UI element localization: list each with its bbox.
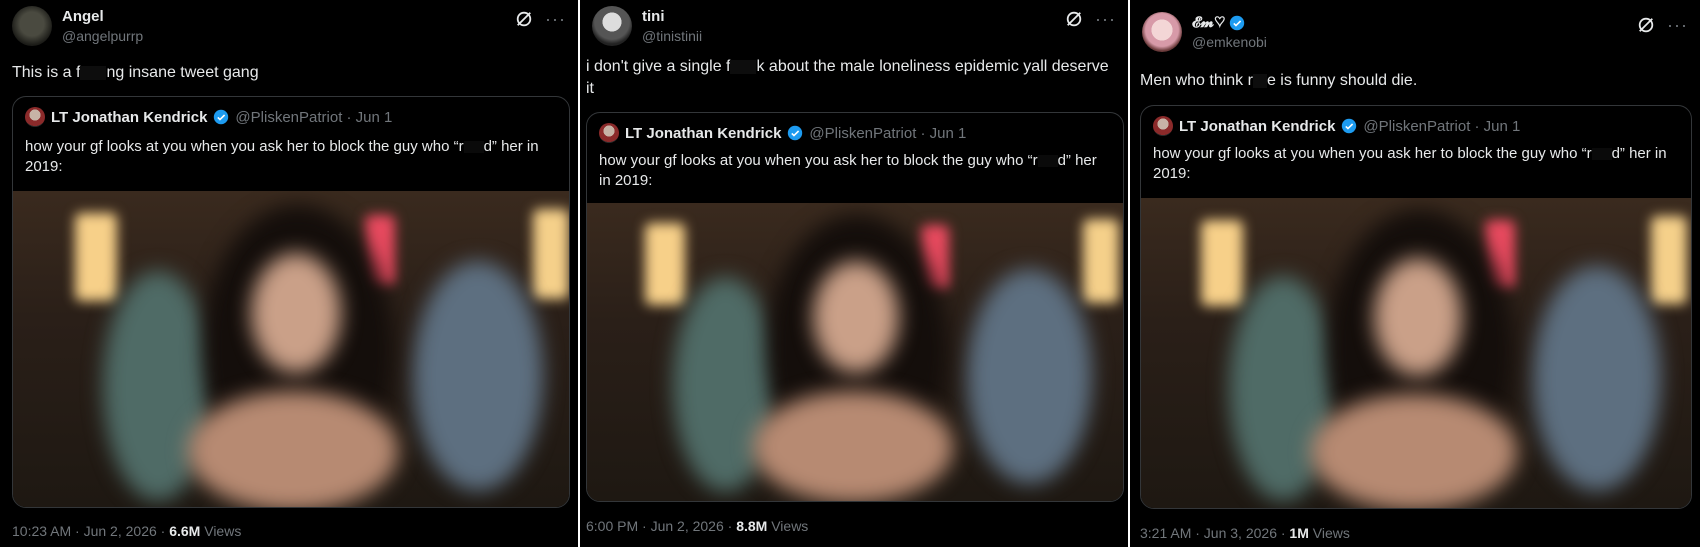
timestamp[interactable]: 10:23 AM · Jun 2, 2026 · bbox=[12, 523, 169, 539]
censor-box bbox=[463, 141, 484, 154]
censor-box bbox=[80, 65, 107, 80]
timestamp[interactable]: 3:21 AM · Jun 3, 2026 · bbox=[1140, 525, 1289, 541]
quoted-media-image[interactable] bbox=[13, 191, 569, 507]
quoted-text: how your gf looks at you when you ask he… bbox=[1153, 145, 1667, 182]
display-name[interactable]: tini bbox=[642, 8, 702, 25]
tweet-header: 𝓔𝓶♡ @emkenobi ··· bbox=[1142, 12, 1688, 62]
censor-box bbox=[730, 59, 757, 74]
views-count: 6.6M bbox=[169, 523, 201, 539]
quoted-text: how your gf looks at you when you ask he… bbox=[25, 138, 539, 175]
grok-icon[interactable] bbox=[1065, 10, 1083, 28]
tweet-meta: 10:23 AM · Jun 2, 2026 · 6.6M Views bbox=[12, 523, 241, 539]
user-handle[interactable]: @angelpurrp bbox=[62, 28, 143, 44]
more-icon[interactable]: ··· bbox=[545, 10, 566, 28]
quoted-display-name[interactable]: LT Jonathan Kendrick bbox=[1179, 118, 1335, 135]
timestamp[interactable]: 6:00 PM · Jun 2, 2026 · bbox=[586, 518, 736, 534]
avatar[interactable] bbox=[12, 6, 52, 46]
quoted-tweet[interactable]: LT Jonathan Kendrick @PliskenPatriot · J… bbox=[1140, 105, 1692, 509]
grok-icon[interactable] bbox=[1637, 16, 1655, 34]
tweet-header: Angel @angelpurrp ··· bbox=[12, 6, 566, 56]
quoted-tweet[interactable]: LT Jonathan Kendrick @PliskenPatriot · J… bbox=[586, 112, 1124, 502]
quoted-avatar[interactable] bbox=[599, 123, 619, 143]
views-label: Views bbox=[767, 518, 809, 534]
quoted-tweet[interactable]: LT Jonathan Kendrick @PliskenPatriot · J… bbox=[12, 96, 570, 508]
grok-icon[interactable] bbox=[515, 10, 533, 28]
more-icon[interactable]: ··· bbox=[1667, 16, 1688, 34]
avatar[interactable] bbox=[592, 6, 632, 46]
quoted-display-name[interactable]: LT Jonathan Kendrick bbox=[625, 125, 781, 142]
verified-badge-icon bbox=[1229, 15, 1244, 30]
quoted-media-image[interactable] bbox=[1141, 198, 1691, 508]
user-handle[interactable]: @tinistinii bbox=[642, 28, 702, 44]
tweet-text: Men who think re is funny should die. bbox=[1140, 72, 1418, 89]
views-label: Views bbox=[1308, 525, 1350, 541]
censor-box bbox=[1037, 155, 1058, 168]
verified-badge-icon bbox=[1342, 118, 1357, 134]
more-icon[interactable]: ··· bbox=[1095, 10, 1116, 28]
views-label: Views bbox=[200, 523, 242, 539]
tweet-3[interactable]: 𝓔𝓶♡ @emkenobi ··· Men who think re is fu… bbox=[1130, 0, 1700, 547]
views-count: 8.8M bbox=[736, 518, 768, 534]
avatar[interactable] bbox=[1142, 12, 1182, 52]
censor-box bbox=[1252, 73, 1267, 88]
tweet-text: i don't give a single fk about the male … bbox=[586, 58, 1109, 97]
quoted-handle-date: @PliskenPatriot · Jun 1 bbox=[1363, 117, 1521, 135]
tweet-2[interactable]: tini @tinistinii ··· i don't give a sing… bbox=[580, 0, 1128, 547]
display-name[interactable]: 𝓔𝓶♡ bbox=[1192, 14, 1267, 31]
tweet-meta: 6:00 PM · Jun 2, 2026 · 8.8M Views bbox=[586, 518, 808, 534]
display-name[interactable]: Angel bbox=[62, 8, 143, 25]
quoted-display-name[interactable]: LT Jonathan Kendrick bbox=[51, 109, 207, 126]
quoted-media-image[interactable] bbox=[587, 203, 1123, 501]
tweet-header: tini @tinistinii ··· bbox=[592, 6, 1116, 56]
tweet-1[interactable]: Angel @angelpurrp ··· This is a f ng insa… bbox=[0, 0, 578, 547]
quoted-handle-date: @PliskenPatriot · Jun 1 bbox=[235, 108, 393, 126]
tweet-text: This is a f ng insane tweet gang bbox=[12, 64, 259, 81]
quoted-text: how your gf looks at you when you ask he… bbox=[599, 152, 1097, 189]
quoted-handle-date: @PliskenPatriot · Jun 1 bbox=[809, 124, 967, 142]
views-count: 1M bbox=[1289, 525, 1309, 541]
tweet-meta: 3:21 AM · Jun 3, 2026 · 1M Views bbox=[1140, 525, 1350, 541]
quoted-avatar[interactable] bbox=[25, 107, 45, 127]
quoted-avatar[interactable] bbox=[1153, 116, 1173, 136]
verified-badge-icon bbox=[214, 109, 229, 125]
censor-box bbox=[1591, 148, 1612, 161]
verified-badge-icon bbox=[788, 125, 803, 141]
user-handle[interactable]: @emkenobi bbox=[1192, 34, 1267, 50]
